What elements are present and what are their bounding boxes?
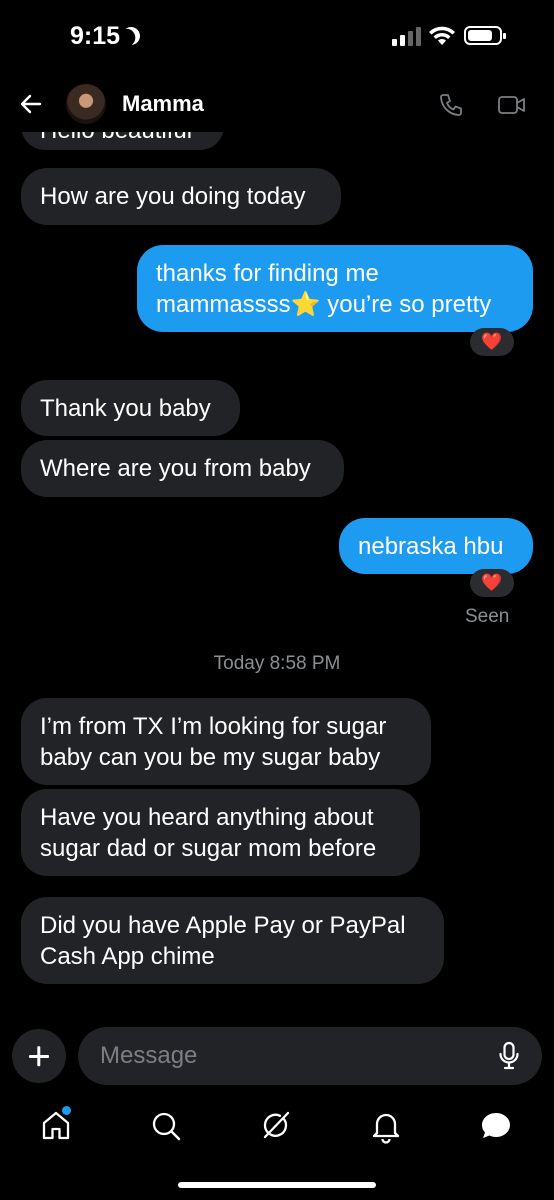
status-bar: 9:15 xyxy=(0,0,554,80)
outgoing-message[interactable]: thanks for finding me mammassss⭐ you’re … xyxy=(137,245,533,332)
video-call-icon[interactable] xyxy=(497,94,527,116)
tab-notifications[interactable] xyxy=(368,1108,408,1148)
messages-icon xyxy=(482,1113,510,1138)
heart-reaction[interactable]: ❤️ xyxy=(470,569,514,597)
contact-name[interactable]: Mamma xyxy=(122,91,204,117)
incoming-message[interactable]: How are you doing today xyxy=(21,168,341,225)
cellular-signal-icon xyxy=(392,26,422,46)
microphone-icon[interactable] xyxy=(498,1041,520,1071)
home-indicator xyxy=(178,1182,376,1188)
message-thread[interactable]: Hello beautiful How are you doing today … xyxy=(0,132,554,1012)
grok-icon xyxy=(263,1111,290,1139)
star-emoji: ⭐ xyxy=(290,291,321,318)
tab-search[interactable] xyxy=(148,1108,188,1148)
seen-indicator: Seen xyxy=(465,606,510,627)
message-input[interactable] xyxy=(78,1027,542,1085)
bottom-tab-bar xyxy=(0,1100,554,1160)
incoming-message[interactable]: Have you heard anything about sugar dad … xyxy=(21,789,420,876)
battery-icon xyxy=(464,26,506,45)
wifi-icon xyxy=(429,26,455,45)
back-arrow-icon[interactable] xyxy=(18,91,44,117)
tab-messages[interactable] xyxy=(478,1108,518,1148)
moon-icon xyxy=(119,24,142,47)
tab-home[interactable] xyxy=(38,1106,78,1148)
tab-grok[interactable] xyxy=(258,1108,298,1148)
status-time: 9:15 xyxy=(70,22,121,50)
bell-icon xyxy=(372,1113,400,1144)
add-attachment-button[interactable] xyxy=(12,1029,66,1083)
chat-header: Mamma xyxy=(0,80,554,130)
incoming-message[interactable]: Did you have Apple Pay or PayPal Cash Ap… xyxy=(21,897,444,984)
heart-reaction[interactable]: ❤️ xyxy=(470,328,514,356)
avatar[interactable] xyxy=(66,84,106,124)
incoming-message[interactable]: I’m from TX I’m looking for sugar baby c… xyxy=(21,698,431,785)
notification-dot xyxy=(62,1106,71,1115)
phone-icon[interactable] xyxy=(438,92,464,118)
incoming-message[interactable]: Where are you from baby xyxy=(21,440,344,497)
outgoing-message[interactable]: nebraska hbu xyxy=(339,518,533,574)
search-icon xyxy=(152,1112,181,1141)
message-composer xyxy=(0,1025,554,1087)
incoming-message[interactable]: Thank you baby xyxy=(21,380,240,436)
message-timestamp: Today 8:58 PM xyxy=(213,653,341,674)
incoming-message[interactable]: Hello beautiful xyxy=(21,132,224,150)
